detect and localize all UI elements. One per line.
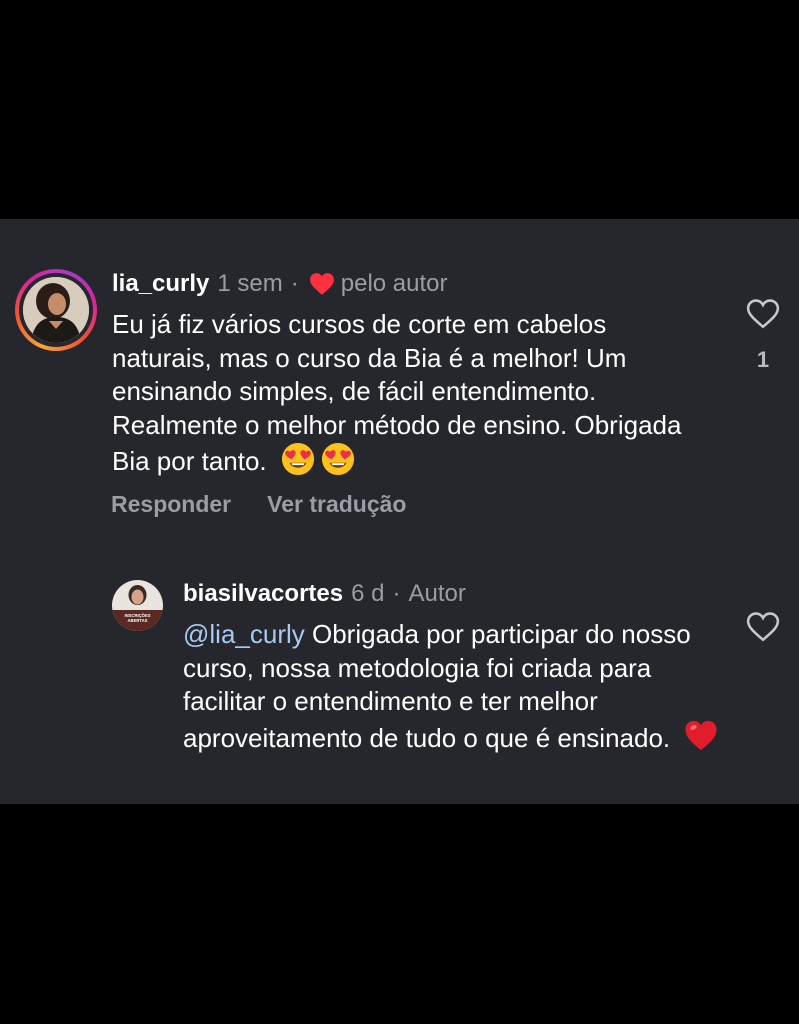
avatar-story-ring[interactable] xyxy=(15,269,97,351)
see-translation-button[interactable]: Ver tradução xyxy=(267,491,406,518)
meta-separator: · xyxy=(290,270,299,297)
heart-eyes-emoji-icon xyxy=(321,442,354,476)
comment-username[interactable]: lia_curly xyxy=(112,270,209,298)
red-heart-emoji-icon xyxy=(685,720,717,750)
avatar-photo-icon xyxy=(23,277,89,343)
reply-username[interactable]: biasilvacortes xyxy=(183,580,343,608)
reply-time: 6 d xyxy=(351,580,385,607)
comment-text: Eu já fiz vários cursos de corte em cabe… xyxy=(112,308,712,479)
screenshot-page: lia_curly 1 sem · pelo autor Eu já fiz v… xyxy=(0,0,799,1024)
user-mention-link[interactable]: @lia_curly xyxy=(183,619,305,649)
like-count: 1 xyxy=(756,347,770,372)
meta-separator: · xyxy=(392,580,401,607)
reply-header: biasilvacortes 6 d · Autor xyxy=(183,578,466,610)
heart-eyes-emoji-icon xyxy=(281,442,314,476)
avatar xyxy=(23,277,89,343)
comment-actions: Responder Ver tradução xyxy=(111,491,406,518)
svg-text:ABERTAS: ABERTAS xyxy=(128,618,148,623)
comment-header: lia_curly 1 sem · pelo autor xyxy=(112,268,448,300)
liked-by-author-heart-icon xyxy=(309,273,334,295)
comment-text-content: Eu já fiz vários cursos de corte em cabe… xyxy=(112,309,682,476)
reply-like-heart-icon[interactable] xyxy=(746,611,780,643)
reply-avatar-photo-icon: INSCRIÇÕES ABERTAS xyxy=(112,580,163,631)
comment-time: 1 sem xyxy=(217,270,283,297)
comments-panel: lia_curly 1 sem · pelo autor Eu já fiz v… xyxy=(0,219,799,804)
reply-text: @lia_curly Obrigada por participar do no… xyxy=(183,618,723,755)
like-heart-icon[interactable] xyxy=(746,298,780,330)
author-badge: Autor xyxy=(408,580,466,607)
reply-button[interactable]: Responder xyxy=(111,491,231,518)
reply-avatar[interactable]: INSCRIÇÕES ABERTAS xyxy=(112,580,163,631)
liked-by-author-label: pelo autor xyxy=(340,270,448,297)
